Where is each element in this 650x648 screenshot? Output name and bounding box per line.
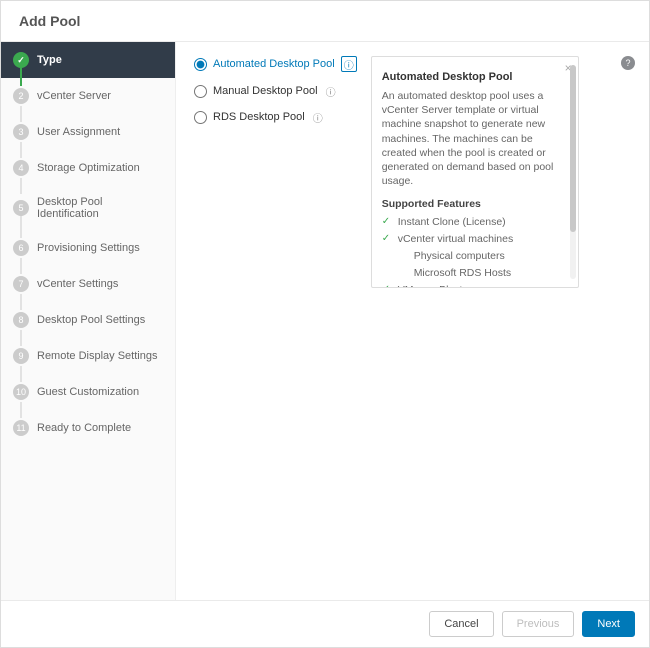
- feature-item: ✓ vCenter virtual machines: [382, 233, 558, 245]
- pool-type-option[interactable]: Automated Desktop Pool ⓘ: [194, 56, 357, 72]
- info-icon[interactable]: ⓘ: [324, 84, 338, 98]
- pool-type-options: Automated Desktop PoolⓘManual Desktop Po…: [194, 56, 357, 586]
- step-label: User Assignment: [37, 126, 120, 138]
- next-button[interactable]: Next: [582, 611, 635, 637]
- feature-label: Physical computers: [414, 250, 505, 262]
- supported-features-heading: Supported Features: [382, 198, 558, 210]
- dialog-header: Add Pool: [1, 1, 649, 42]
- dialog-footer: Cancel Previous Next: [1, 600, 649, 647]
- scrollbar-thumb[interactable]: [570, 65, 576, 232]
- step-badge: 3: [13, 124, 29, 140]
- wizard-step[interactable]: 10 Guest Customization: [1, 374, 175, 410]
- details-scrollbar[interactable]: [570, 65, 576, 279]
- step-label: Remote Display Settings: [37, 350, 157, 362]
- wizard-step[interactable]: 11 Ready to Complete: [1, 410, 175, 446]
- step-badge: 10: [13, 384, 29, 400]
- feature-item: Physical computers: [382, 250, 558, 262]
- step-label: vCenter Server: [37, 90, 111, 102]
- wizard-step[interactable]: ✓ Type: [1, 42, 175, 78]
- pool-type-radio[interactable]: [194, 111, 207, 124]
- wizard-step[interactable]: 2 vCenter Server: [1, 78, 175, 114]
- step-badge: 2: [13, 88, 29, 104]
- feature-label: Instant Clone (License): [398, 216, 506, 228]
- wizard-step[interactable]: 9 Remote Display Settings: [1, 338, 175, 374]
- pool-type-label: Manual Desktop Pool: [213, 85, 318, 97]
- wizard-step[interactable]: 4 Storage Optimization: [1, 150, 175, 186]
- feature-list: ✓ Instant Clone (License) ✓ vCenter virtual…: [382, 216, 558, 288]
- dialog-body: ✓ Type 2 vCenter Server 3 User Assignment 4 Sto…: [1, 42, 649, 600]
- feature-label: Microsoft RDS Hosts: [414, 267, 511, 279]
- step-label: Ready to Complete: [37, 422, 131, 434]
- content-area: ? Automated Desktop PoolⓘManual Desktop …: [176, 42, 649, 600]
- pool-type-label: Automated Desktop Pool: [213, 58, 335, 70]
- check-icon: ✓: [382, 233, 392, 245]
- pool-type-option[interactable]: RDS Desktop Pool ⓘ: [194, 110, 357, 124]
- step-label: vCenter Settings: [37, 278, 118, 290]
- pool-type-radio[interactable]: [194, 85, 207, 98]
- check-icon: ✓: [382, 216, 392, 228]
- step-label: Type: [37, 54, 62, 66]
- feature-label: vCenter virtual machines: [398, 233, 514, 245]
- check-icon: ✓: [382, 284, 392, 288]
- step-label: Provisioning Settings: [37, 242, 140, 254]
- info-icon[interactable]: ⓘ: [341, 56, 357, 72]
- wizard-step[interactable]: 7 vCenter Settings: [1, 266, 175, 302]
- feature-item: Microsoft RDS Hosts: [382, 267, 558, 279]
- wizard-step[interactable]: 8 Desktop Pool Settings: [1, 302, 175, 338]
- pool-type-option[interactable]: Manual Desktop Pool ⓘ: [194, 84, 357, 98]
- step-badge: 9: [13, 348, 29, 364]
- pool-type-radio[interactable]: [194, 58, 207, 71]
- pool-type-label: RDS Desktop Pool: [213, 111, 305, 123]
- feature-label: VMware Blast: [398, 284, 463, 288]
- feature-item: ✓ Instant Clone (License): [382, 216, 558, 228]
- previous-button: Previous: [502, 611, 575, 637]
- step-badge: 11: [13, 420, 29, 436]
- step-label: Desktop Pool Identification: [37, 196, 163, 220]
- dialog-title: Add Pool: [19, 13, 80, 29]
- step-badge: 5: [13, 200, 29, 216]
- step-badge: 4: [13, 160, 29, 176]
- wizard-step[interactable]: 5 Desktop Pool Identification: [1, 186, 175, 230]
- step-badge: 7: [13, 276, 29, 292]
- step-label: Storage Optimization: [37, 162, 140, 174]
- wizard-step[interactable]: 6 Provisioning Settings: [1, 230, 175, 266]
- info-icon[interactable]: ⓘ: [311, 110, 325, 124]
- step-badge: ✓: [13, 52, 29, 68]
- wizard-steps-sidebar: ✓ Type 2 vCenter Server 3 User Assignment 4 Sto…: [1, 42, 176, 600]
- help-icon[interactable]: ?: [621, 56, 635, 70]
- feature-item: ✓ VMware Blast: [382, 284, 558, 288]
- step-label: Desktop Pool Settings: [37, 314, 145, 326]
- wizard-step[interactable]: 3 User Assignment: [1, 114, 175, 150]
- step-label: Guest Customization: [37, 386, 139, 398]
- step-badge: 6: [13, 240, 29, 256]
- details-description: An automated desktop pool uses a vCenter…: [382, 89, 558, 188]
- pool-type-details-panel: × Automated Desktop Pool An automated de…: [371, 56, 579, 288]
- details-title: Automated Desktop Pool: [382, 71, 558, 83]
- cancel-button[interactable]: Cancel: [429, 611, 493, 637]
- step-badge: 8: [13, 312, 29, 328]
